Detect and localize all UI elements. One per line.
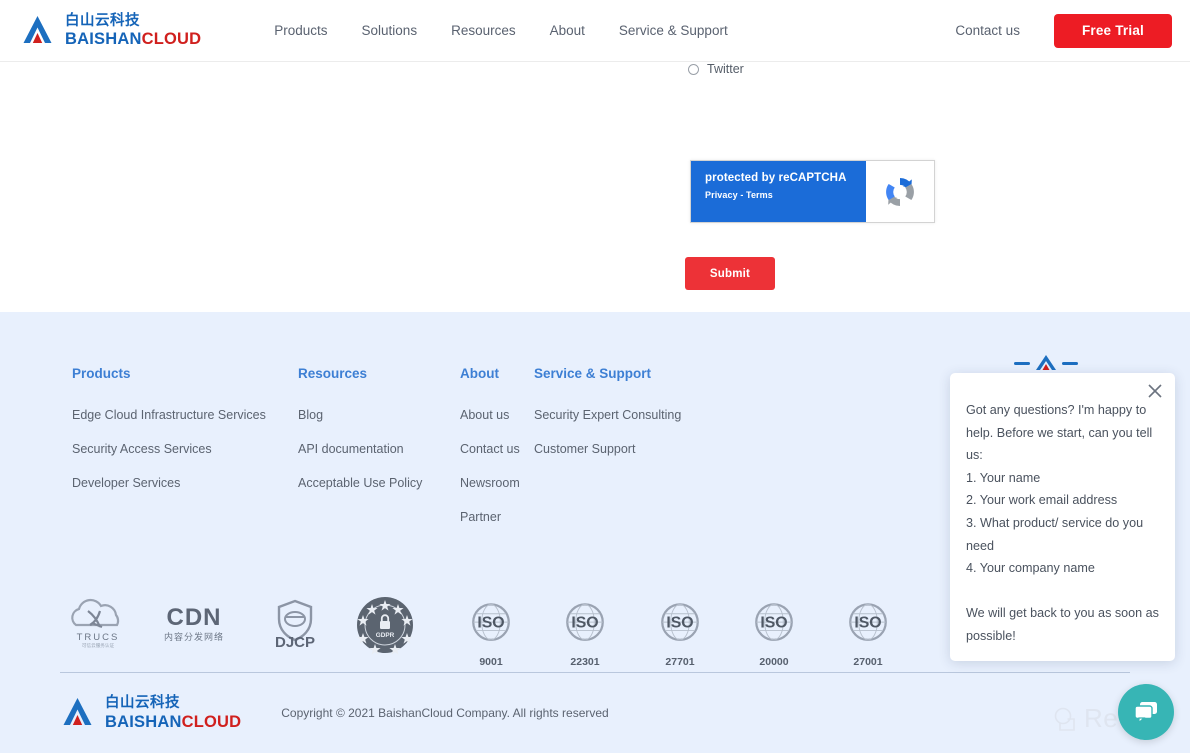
submit-button[interactable]: Submit [685, 257, 775, 290]
svg-text:ISO: ISO [666, 615, 693, 632]
footer-link-developer-services[interactable]: Developer Services [72, 476, 298, 490]
close-icon[interactable] [1145, 381, 1165, 401]
footer-heading-about: About [460, 366, 499, 381]
revain-icon [1052, 706, 1078, 732]
footer-logo-chinese-name: 白山云科技 [105, 695, 180, 711]
baishan-a-logo-icon [20, 13, 56, 49]
svg-text:GDPR: GDPR [376, 632, 395, 639]
svg-text:ISO: ISO [477, 615, 504, 632]
nav-item-resources[interactable]: Resources [434, 23, 533, 38]
certification-badges: TRUCS 可信云服务认证 CDN 内容分发网络 DJCP GDPR ISO 9… [60, 595, 920, 675]
footer-column-about: About About us Contact us Newsroom Partn… [460, 366, 534, 544]
svg-text:内容分发网络: 内容分发网络 [164, 631, 224, 643]
svg-text:TRUCS: TRUCS [77, 632, 120, 643]
footer-link-partner[interactable]: Partner [460, 510, 534, 524]
footer-column-products: Products Edge Cloud Infrastructure Servi… [72, 366, 298, 544]
radio-twitter-input[interactable] [688, 63, 699, 75]
nav-item-solutions[interactable]: Solutions [345, 23, 435, 38]
footer-link-api-documentation[interactable]: API documentation [298, 442, 460, 456]
footer-logo-cloud-text: CLOUD [181, 712, 242, 731]
logo-baishan-text: BAISHAN [65, 30, 142, 48]
radio-option-twitter[interactable]: Twitter [688, 62, 744, 76]
footer-link-columns: Products Edge Cloud Infrastructure Servi… [72, 366, 734, 544]
svg-text:CDN: CDN [167, 604, 222, 631]
iso-badge-caption: 22301 [570, 656, 600, 668]
chat-welcome-panel: Got any questions? I'm happy to help. Be… [950, 373, 1175, 661]
logo-text: 白山云科技 BAISHANCLOUD [65, 12, 201, 48]
footer-logo-baishan-text: BAISHAN [105, 712, 182, 731]
radio-twitter-label: Twitter [707, 62, 744, 76]
header-actions: Contact us Free Trial [955, 13, 1172, 48]
recaptcha-icon [866, 161, 934, 222]
footer-logo-english-name: BAISHANCLOUD [105, 712, 242, 731]
logo-cloud-text: CLOUD [141, 30, 202, 48]
header-contact-us-link[interactable]: Contact us [955, 23, 1020, 38]
nav-item-service-support[interactable]: Service & Support [602, 23, 745, 38]
footer-heading-service-support: Service & Support [534, 366, 652, 381]
footer-column-resources: Resources Blog API documentation Accepta… [298, 366, 460, 544]
iso-badge: ISO 20000 [746, 599, 802, 668]
svg-text:ISO: ISO [760, 615, 787, 632]
footer-link-contact-us[interactable]: Contact us [460, 442, 534, 456]
footer-link-security-access-services[interactable]: Security Access Services [72, 442, 298, 456]
footer-bottom-bar: 白山云科技 BAISHANCLOUD Copyright © 2021 Bais… [60, 695, 609, 731]
copyright-text: Copyright © 2021 BaishanCloud Company. A… [281, 706, 609, 720]
iso-badge: ISO 9001 [463, 599, 519, 668]
logo-english-name: BAISHANCLOUD [65, 31, 201, 48]
iso-badge-caption: 27001 [853, 656, 883, 668]
footer-logo-text: 白山云科技 BAISHANCLOUD [105, 696, 241, 730]
djcp-badge: DJCP [262, 597, 328, 656]
main-content: Twitter protected by reCAPTCHA Privacy -… [0, 62, 1190, 312]
free-trial-button[interactable]: Free Trial [1053, 13, 1172, 48]
svg-text:DJCP: DJCP [275, 634, 315, 651]
baishan-a-logo-icon [60, 695, 96, 731]
footer-heading-products: Products [72, 366, 131, 381]
footer-heading-resources: Resources [298, 366, 368, 381]
footer-link-about-us[interactable]: About us [460, 408, 534, 422]
gdpr-badge: GDPR [355, 595, 415, 660]
recaptcha-title: protected by reCAPTCHA [705, 172, 847, 184]
chat-bubble-icon [1134, 702, 1157, 724]
cdn-badge: CDN 内容分发网络 [158, 601, 230, 654]
nav-item-products[interactable]: Products [257, 23, 344, 38]
footer-divider [60, 672, 1130, 673]
svg-text:ISO: ISO [571, 615, 598, 632]
iso-badge: ISO 22301 [557, 599, 613, 668]
chat-welcome-message: Got any questions? I'm happy to help. Be… [966, 403, 1159, 643]
iso-badge: ISO 27001 [840, 599, 896, 668]
trucs-badge: TRUCS 可信云服务认证 [62, 597, 134, 656]
logo-chinese-name: 白山云科技 [65, 12, 140, 29]
recaptcha-badge[interactable]: protected by reCAPTCHA Privacy - Terms [690, 160, 935, 223]
site-header: 白山云科技 BAISHANCLOUD Products Solutions Re… [0, 0, 1190, 62]
footer-link-acceptable-use-policy[interactable]: Acceptable Use Policy [298, 476, 460, 490]
footer-link-blog[interactable]: Blog [298, 408, 460, 422]
footer-link-newsroom[interactable]: Newsroom [460, 476, 534, 490]
svg-text:ISO: ISO [854, 615, 881, 632]
recaptcha-privacy-terms[interactable]: Privacy - Terms [705, 190, 866, 200]
svg-text:可信云服务认证: 可信云服务认证 [82, 642, 115, 649]
footer-link-edge-cloud-infrastructure-services[interactable]: Edge Cloud Infrastructure Services [72, 408, 298, 422]
page-root: 白山云科技 BAISHANCLOUD Products Solutions Re… [0, 0, 1190, 753]
iso-badge-caption: 20000 [759, 656, 789, 668]
main-navigation: Products Solutions Resources About Servi… [257, 23, 744, 38]
iso-badge-caption: 27701 [665, 656, 695, 668]
iso-badge-caption: 9001 [479, 656, 503, 668]
footer-link-customer-support[interactable]: Customer Support [534, 442, 734, 456]
iso-badge: ISO 27701 [652, 599, 708, 668]
nav-item-about[interactable]: About [533, 23, 602, 38]
chat-fab-button[interactable] [1118, 684, 1174, 740]
footer-logo[interactable]: 白山云科技 BAISHANCLOUD [60, 695, 241, 731]
site-logo[interactable]: 白山云科技 BAISHANCLOUD [20, 13, 201, 49]
footer-link-security-expert-consulting[interactable]: Security Expert Consulting [534, 408, 734, 422]
recaptcha-text-block: protected by reCAPTCHA Privacy - Terms [691, 161, 866, 222]
footer-column-service-support: Service & Support Security Expert Consul… [534, 366, 734, 544]
